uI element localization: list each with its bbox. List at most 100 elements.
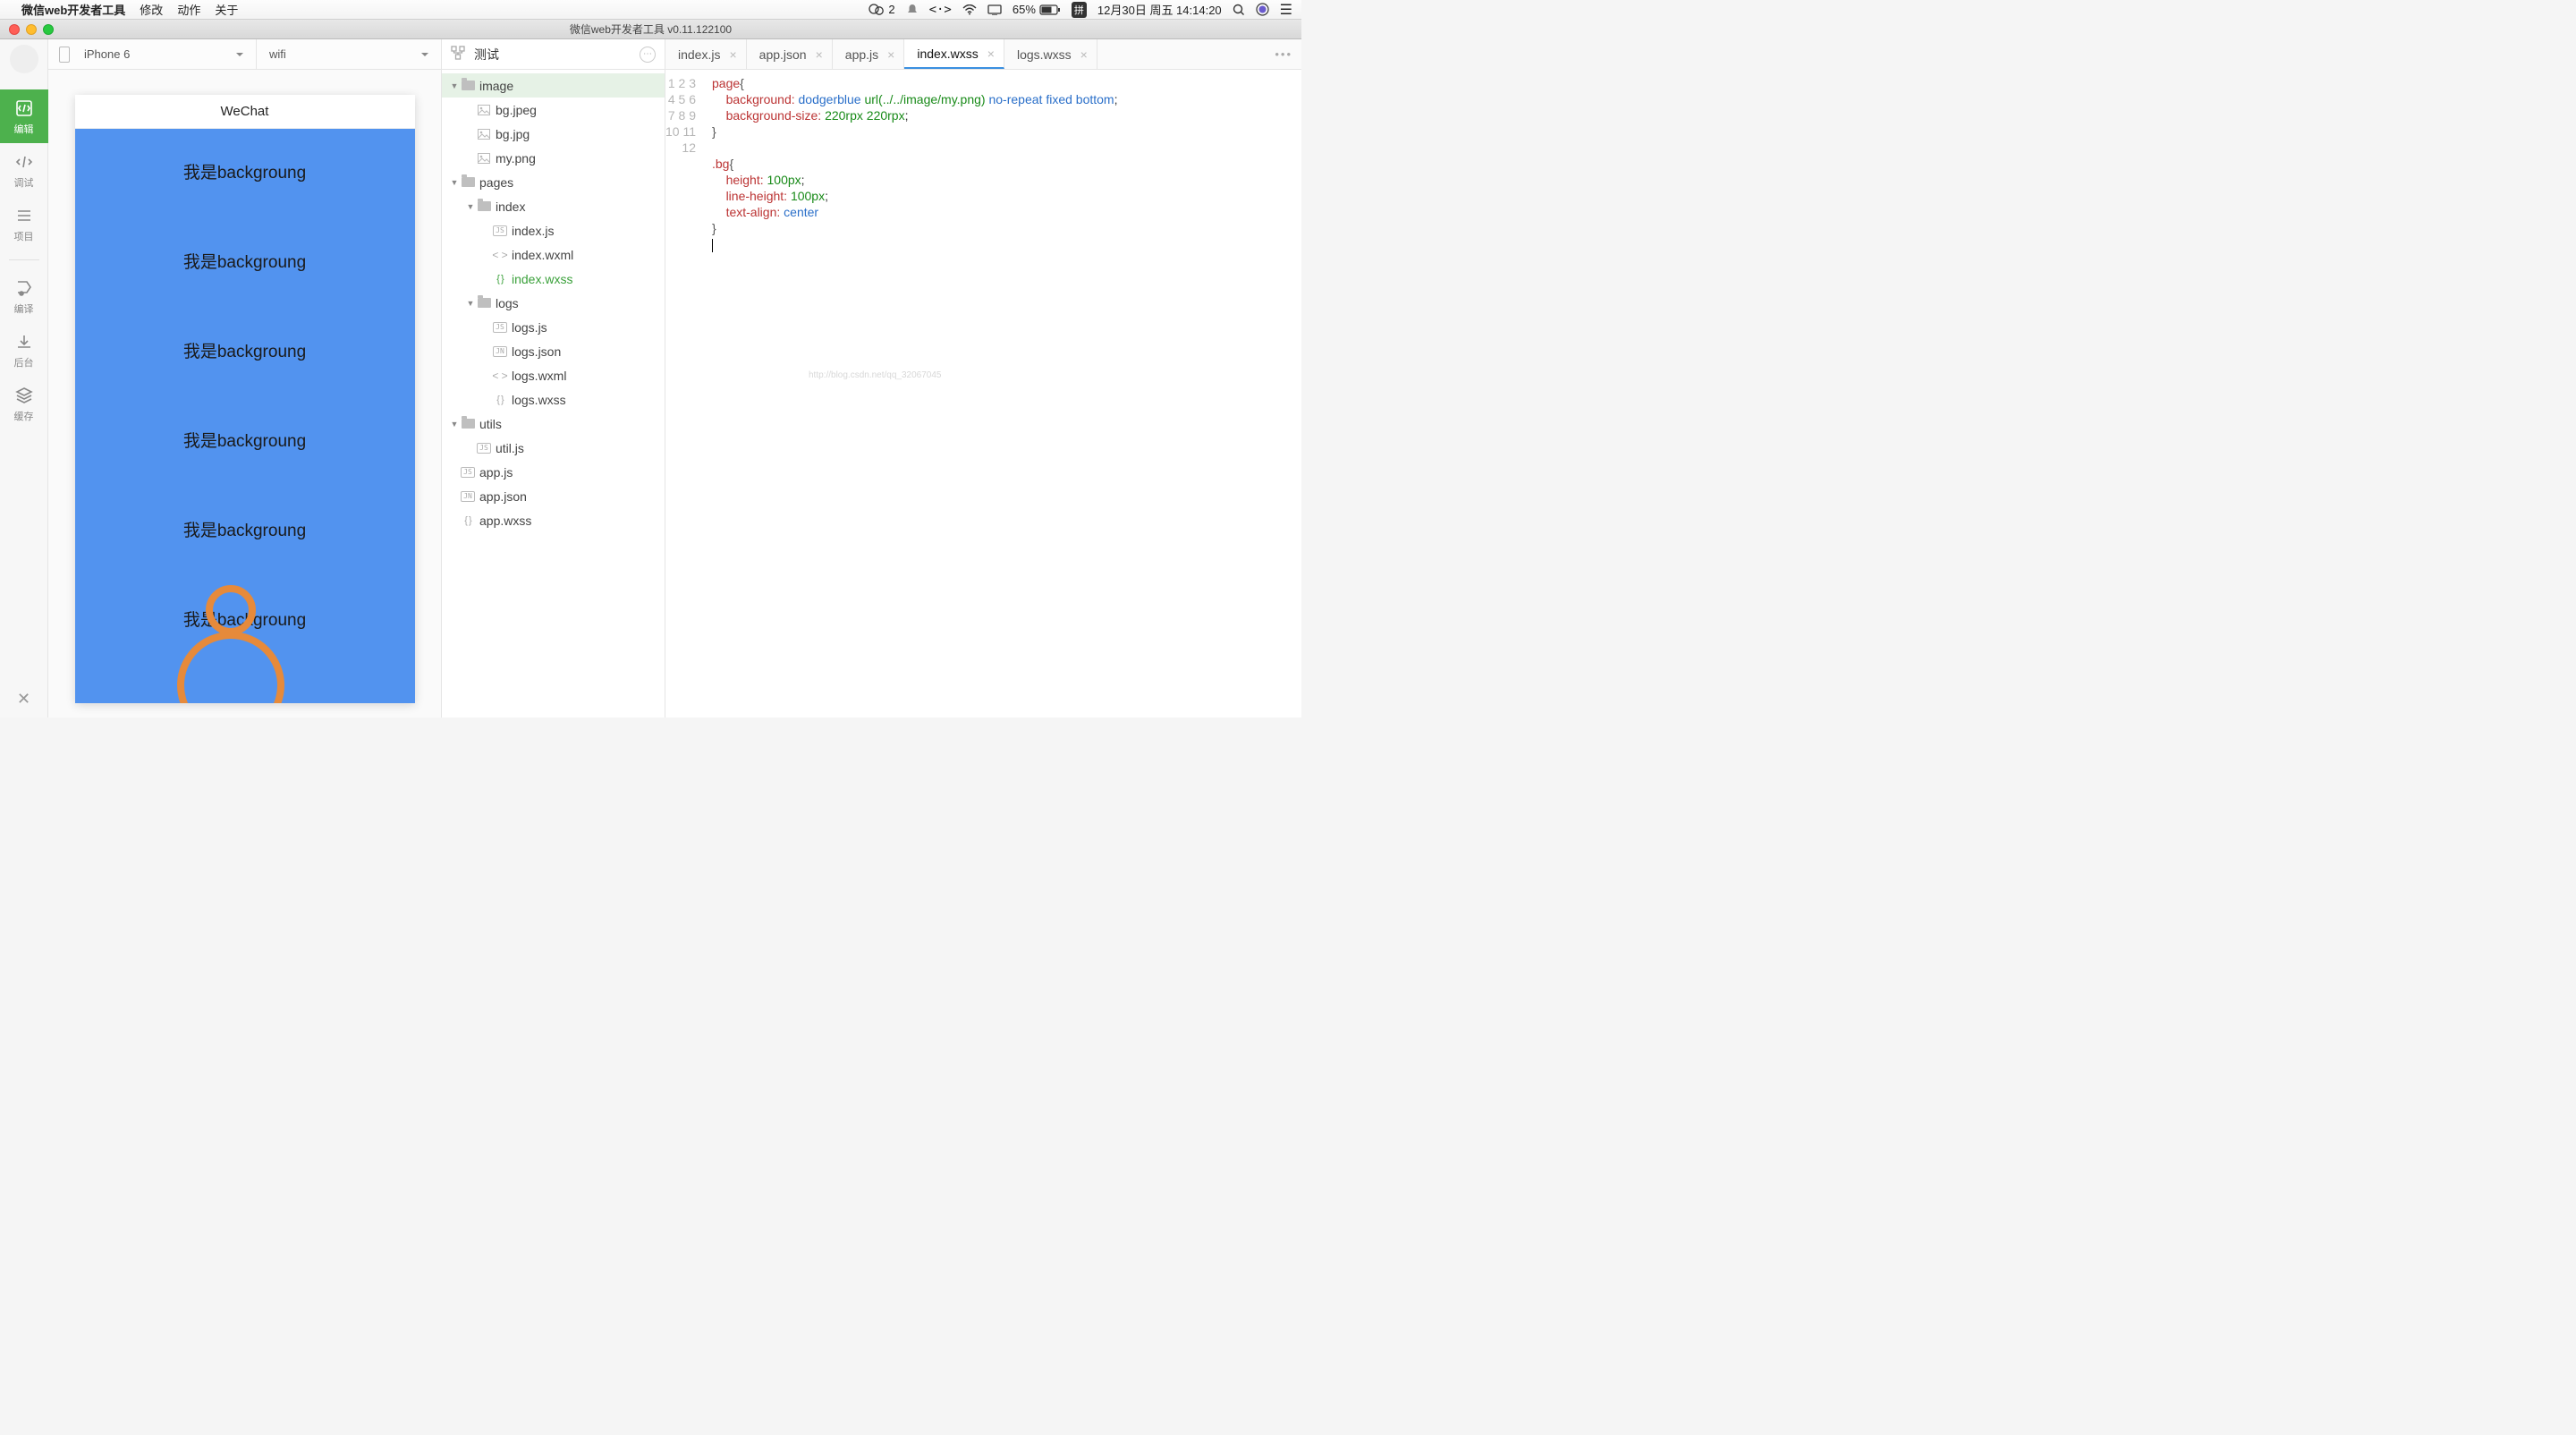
tree-more-button[interactable]: ⋯ <box>640 47 656 63</box>
structure-icon[interactable] <box>451 46 465 63</box>
code-editor[interactable]: 1 2 3 4 5 6 7 8 9 10 11 12 page{ backgro… <box>665 70 1301 718</box>
person-icon <box>206 585 284 703</box>
tree-item-label: app.js <box>479 465 513 480</box>
menu-about[interactable]: 关于 <box>215 1 238 18</box>
window-close-button[interactable] <box>9 24 20 35</box>
tool-background[interactable]: 后台 <box>0 323 48 377</box>
tree-item-logs-wxss[interactable]: { }logs.wxss <box>442 387 665 412</box>
disclosure-arrow-icon: ▼ <box>449 178 460 187</box>
menu-modify[interactable]: 修改 <box>140 1 163 18</box>
tab-label: app.js <box>845 47 878 62</box>
menu-app-name[interactable]: 微信web开发者工具 <box>21 1 125 18</box>
device-select[interactable]: iPhone 6 <box>48 39 257 69</box>
menu-action[interactable]: 动作 <box>177 1 200 18</box>
editor-panel: index.js×app.json×app.js×index.wxss×logs… <box>665 39 1301 718</box>
tab-app-json[interactable]: app.json × <box>747 39 833 69</box>
tree-item-index-wxss[interactable]: { }index.wxss <box>442 267 665 291</box>
tree-item-util-js[interactable]: JSutil.js <box>442 436 665 460</box>
notification-icon[interactable] <box>906 4 919 16</box>
ime-indicator[interactable]: 拼 <box>1072 2 1087 18</box>
avatar[interactable] <box>10 45 38 73</box>
sim-navbar-title: WeChat <box>75 95 415 129</box>
tool-compile[interactable]: 编译 <box>0 269 48 323</box>
nav-edit[interactable]: 编辑 <box>0 89 48 143</box>
chevron-down-icon <box>421 53 428 60</box>
simulator-frame[interactable]: WeChat 我是backgroung 我是backgroung 我是backg… <box>75 95 415 703</box>
bg-row: 我是backgroung <box>75 487 415 576</box>
tab-close-button[interactable]: × <box>887 47 894 62</box>
battery-percent: 65% <box>1013 3 1036 16</box>
tree-item-app-js[interactable]: JSapp.js <box>442 460 665 484</box>
tab-logs-wxss[interactable]: logs.wxss× <box>1004 39 1097 69</box>
tab-index-js[interactable]: index.js× <box>665 39 747 69</box>
tab-label: index.wxss <box>917 47 978 61</box>
file-tree[interactable]: ▼imagebg.jpegbg.jpgmy.png▼pages▼indexJSi… <box>442 70 665 718</box>
sidebar-close-button[interactable]: ✕ <box>17 690 30 709</box>
tree-item-logs-js[interactable]: JSlogs.js <box>442 315 665 339</box>
tab-close-button[interactable]: × <box>816 47 823 62</box>
bg-row: 我是backgroung <box>75 129 415 218</box>
chevron-down-icon <box>236 53 243 60</box>
tree-item-utils[interactable]: ▼utils <box>442 412 665 436</box>
nav-debug[interactable]: 调试 <box>0 143 48 197</box>
tree-item-label: app.wxss <box>479 514 531 528</box>
tab-label: app.json <box>759 47 807 62</box>
tab-app-js[interactable]: app.js × <box>833 39 905 69</box>
tree-item-label: image <box>479 79 513 93</box>
tree-item-label: bg.jpg <box>496 127 530 141</box>
tool-compile-label: 编译 <box>14 301 34 316</box>
tree-item-my-png[interactable]: my.png <box>442 146 665 170</box>
bg-row: 我是backgroung <box>75 218 415 308</box>
tab-close-button[interactable]: × <box>1080 47 1088 62</box>
battery-status[interactable]: 65% <box>1013 3 1061 16</box>
tree-item-label: my.png <box>496 151 536 166</box>
tree-item-app-json[interactable]: JNapp.json <box>442 484 665 508</box>
tree-item-bg-jpeg[interactable]: bg.jpeg <box>442 98 665 122</box>
tree-item-index[interactable]: ▼index <box>442 194 665 218</box>
network-select[interactable]: wifi <box>257 39 441 69</box>
window-title: 微信web开发者工具 v0.11.122100 <box>0 21 1301 37</box>
wifi-icon[interactable] <box>962 4 977 15</box>
display-icon[interactable] <box>987 4 1002 15</box>
bg-row: 我是backgroung <box>75 397 415 487</box>
tree-item-pages[interactable]: ▼pages <box>442 170 665 194</box>
tree-item-logs-wxml[interactable]: < >logs.wxml <box>442 363 665 387</box>
wechat-status-icon[interactable]: 2 <box>869 3 894 16</box>
menu-extras-icon[interactable]: ☰ <box>1280 1 1292 19</box>
tree-item-logs[interactable]: ▼logs <box>442 291 665 315</box>
preview-panel: iPhone 6 wifi WeChat 我是backgroung 我是back… <box>48 39 442 718</box>
tree-item-label: index.js <box>512 224 554 238</box>
tree-item-app-wxss[interactable]: { }app.wxss <box>442 508 665 532</box>
tree-item-label: logs.js <box>512 320 547 335</box>
tree-item-index-wxml[interactable]: < >index.wxml <box>442 242 665 267</box>
code-content[interactable]: page{ background: dodgerblue url(../../i… <box>705 70 1301 718</box>
wechat-badge: 2 <box>888 3 894 16</box>
siri-icon[interactable] <box>1256 3 1269 16</box>
tree-item-bg-jpg[interactable]: bg.jpg <box>442 122 665 146</box>
window-minimize-button[interactable] <box>26 24 37 35</box>
tab-close-button[interactable]: × <box>729 47 736 62</box>
nav-project[interactable]: 项目 <box>0 197 48 250</box>
window-zoom-button[interactable] <box>43 24 54 35</box>
tree-item-index-js[interactable]: JSindex.js <box>442 218 665 242</box>
tree-item-logs-json[interactable]: JNlogs.json <box>442 339 665 363</box>
tree-item-image[interactable]: ▼ image <box>442 73 665 98</box>
tool-cache[interactable]: 缓存 <box>0 377 48 430</box>
tabbar-more-button[interactable]: ••• <box>1275 47 1292 61</box>
nav-debug-label: 调试 <box>14 175 34 190</box>
disclosure-arrow-icon: ▼ <box>465 299 476 308</box>
tree-item-label: logs.json <box>512 344 561 359</box>
preview-toolbar: iPhone 6 wifi <box>48 39 441 70</box>
device-label: iPhone 6 <box>84 47 130 61</box>
tab-index-wxss[interactable]: index.wxss × <box>904 39 1004 69</box>
code-icon[interactable]: <·> <box>929 3 952 17</box>
spotlight-icon[interactable] <box>1233 4 1245 16</box>
clock[interactable]: 12月30日 周五 14:14:20 <box>1097 1 1222 18</box>
tree-item-label: logs.wxss <box>512 393 566 407</box>
phone-icon <box>59 47 70 63</box>
tab-close-button[interactable]: × <box>987 47 995 61</box>
tree-item-label: bg.jpeg <box>496 103 537 117</box>
tree-item-label: index <box>496 200 525 214</box>
disclosure-arrow-icon: ▼ <box>449 81 460 90</box>
tree-item-label: util.js <box>496 441 524 455</box>
